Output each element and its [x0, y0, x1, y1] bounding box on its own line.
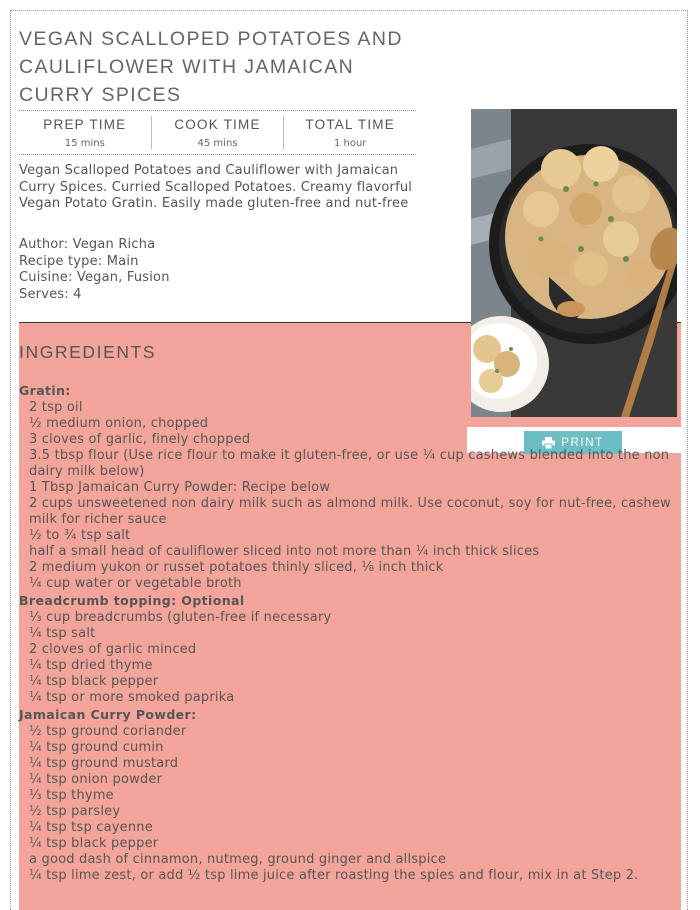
ingredient-group-curry-powder: Jamaican Curry Powder: ½ tsp ground cori… — [19, 706, 679, 884]
total-time-value: 1 hour — [333, 138, 367, 149]
ingredient-item: ¼ tsp ground mustard — [29, 756, 179, 771]
ingredient-items: ½ tsp ground coriander ¼ tsp ground cumi… — [19, 724, 679, 884]
ingredient-item: ¼ tsp black pepper — [29, 674, 159, 689]
recipe-title: VEGAN SCALLOPED POTATOES AND CAULIFLOWER… — [19, 28, 403, 106]
ingredient-item: 2 cups unsweetened non dairy milk such a… — [29, 496, 671, 527]
ingredient-item: half a small head of cauliflower sliced … — [29, 544, 540, 559]
ingredient-group-breadcrumb: Breadcrumb topping: Optional ⅓ cup bread… — [19, 592, 679, 706]
ingredient-items: ⅓ cup breadcrumbs (gluten-free if necess… — [19, 610, 679, 706]
recipe-serves: Serves: 4 — [19, 286, 82, 302]
prep-time-value: 15 mins — [64, 138, 105, 149]
prep-time: PREP TIME 15 mins — [19, 116, 152, 149]
ingredient-group-gratin: Gratin: 2 tsp oil ½ medium onion, choppe… — [19, 382, 679, 592]
ingredient-item: ¼ tsp salt — [29, 626, 96, 641]
recipe-author: Author: Vegan Richa — [19, 237, 156, 252]
ingredient-item: ⅓ cup breadcrumbs (gluten-free if necess… — [29, 610, 332, 625]
ingredient-item: ¼ tsp dried thyme — [29, 658, 153, 673]
ingredient-item: 3 cloves of garlic, finely chopped — [29, 432, 251, 447]
scalloped-potatoes-skillet-image — [471, 109, 677, 417]
total-time-label: TOTAL TIME — [305, 117, 395, 132]
ingredient-item: ¼ tsp ground cumin — [29, 740, 164, 755]
ingredient-items: 2 tsp oil ½ medium onion, chopped 3 clov… — [19, 400, 679, 592]
ingredient-item: a good dash of cinnamon, nutmeg, ground … — [29, 852, 447, 867]
recipe-times: PREP TIME 15 mins COOK TIME 45 mins TOTA… — [19, 110, 416, 155]
cook-time-value: 45 mins — [197, 138, 238, 149]
ingredients-list: Gratin: 2 tsp oil ½ medium onion, choppe… — [19, 382, 679, 884]
ingredient-item: ¼ tsp black pepper — [29, 836, 159, 851]
recipe-photo — [471, 109, 677, 417]
ingredient-item: 2 medium yukon or russet potatoes thinly… — [29, 560, 444, 575]
recipe-type: Recipe type: Main — [19, 253, 139, 269]
ingredient-group-title: Jamaican Curry Powder: — [19, 707, 197, 722]
cook-time-label: COOK TIME — [174, 117, 261, 132]
recipe-summary: Vegan Scalloped Potatoes and Cauliflower… — [19, 163, 413, 211]
recipe-card: VEGAN SCALLOPED POTATOES AND CAULIFLOWER… — [10, 10, 688, 910]
cook-time: COOK TIME 45 mins — [152, 116, 285, 149]
ingredient-item: ¼ tsp or more smoked paprika — [29, 690, 235, 705]
recipe-meta: Author: Vegan Richa Recipe type: Main Cu… — [19, 237, 170, 303]
ingredient-item: ¼ tsp tsp cayenne — [29, 820, 153, 835]
prep-time-label: PREP TIME — [43, 117, 127, 132]
ingredient-item: 2 cloves of garlic minced — [29, 642, 197, 657]
ingredient-item: ⅓ tsp thyme — [29, 788, 114, 803]
ingredient-group-title: Breadcrumb topping: Optional — [19, 593, 245, 608]
ingredient-group-title: Gratin: — [19, 383, 71, 398]
ingredient-item: ½ tsp ground coriander — [29, 724, 187, 739]
ingredient-item: ½ tsp parsley — [29, 804, 121, 819]
ingredient-item: ½ medium onion, chopped — [29, 416, 209, 431]
ingredient-item: ¼ tsp lime zest, or add ½ tsp lime juice… — [29, 868, 639, 883]
ingredients-heading: INGREDIENTS — [19, 342, 157, 362]
ingredient-item: ½ to ¾ tsp salt — [29, 528, 131, 543]
total-time: TOTAL TIME 1 hour — [284, 116, 416, 149]
ingredient-item: 1 Tbsp Jamaican Curry Powder: Recipe bel… — [29, 480, 331, 495]
ingredient-item: 2 tsp oil — [29, 400, 83, 415]
ingredient-item: 3.5 tbsp flour (Use rice flour to make i… — [29, 448, 670, 479]
recipe-cuisine: Cuisine: Vegan, Fusion — [19, 270, 170, 285]
ingredient-item: ¼ tsp onion powder — [29, 772, 163, 787]
ingredient-item: ¼ cup water or vegetable broth — [29, 576, 242, 591]
